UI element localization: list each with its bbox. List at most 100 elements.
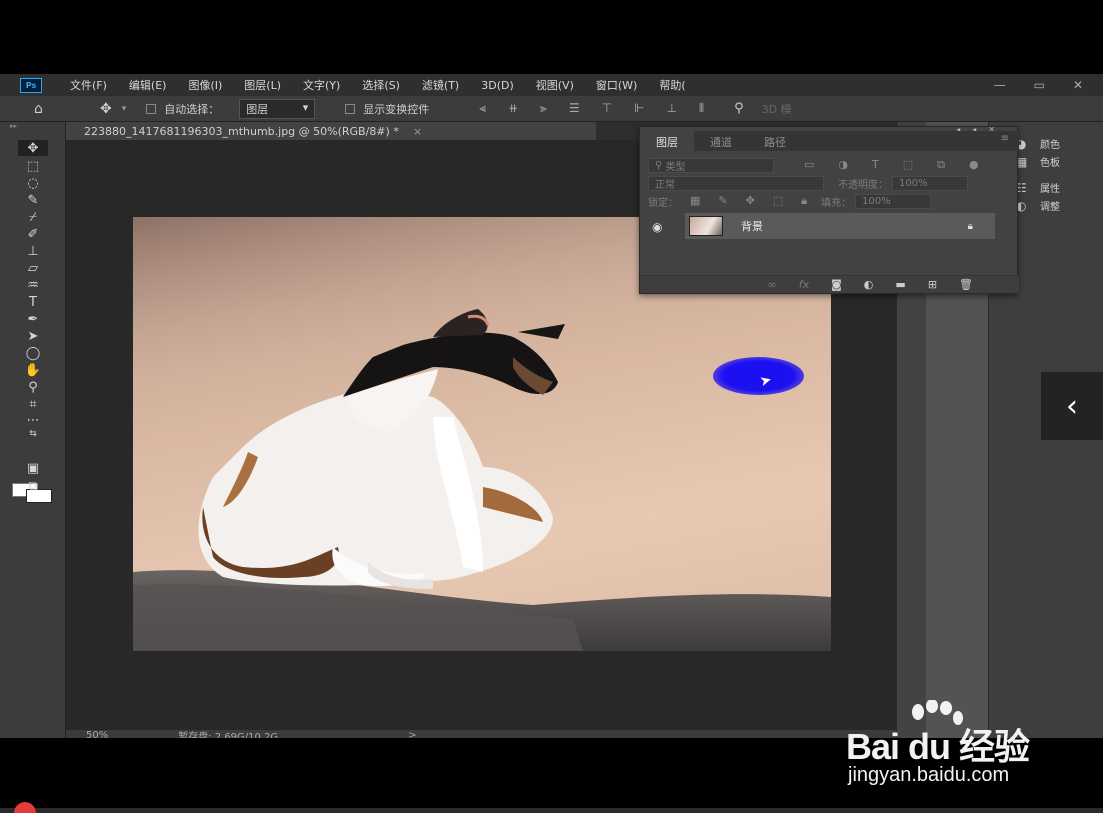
lock-pixels-icon[interactable]: ✎ — [718, 194, 727, 208]
filter-smart-icon[interactable]: ⧉ — [937, 158, 945, 172]
menu-help[interactable]: 帮助( — [659, 77, 685, 93]
blend-mode-dropdown[interactable]: 正常 — [648, 175, 824, 191]
opacity-input[interactable]: 100% — [892, 175, 968, 191]
menu-file[interactable]: 文件(F) — [70, 77, 107, 93]
filter-icons: ▭ ◑ T ⬚ ⧉ ● — [804, 158, 979, 172]
align-bottom-icon[interactable]: ⊥ — [667, 101, 677, 116]
path-select-tool-icon[interactable]: ➤ — [18, 328, 48, 344]
auto-select-target-value: 图层 — [246, 102, 269, 116]
marquee-tool-icon[interactable]: ⬚ — [18, 158, 48, 174]
menu-layer[interactable]: 图层(L) — [244, 77, 281, 93]
align-left-icon[interactable]: ⫷ — [479, 101, 486, 116]
link-layers-icon[interactable]: ∞ — [768, 278, 777, 291]
swap-colors-icon[interactable]: ⇆ — [18, 426, 48, 442]
layer-row-background[interactable]: 背景 🔒︎ — [685, 213, 995, 239]
auto-select-checkbox[interactable]: 自动选择： — [146, 101, 219, 117]
fill-input[interactable]: 100% — [855, 193, 932, 209]
layer-filter-dropdown[interactable]: ⚲ 类型 — [648, 157, 774, 173]
fx-icon[interactable]: fx — [799, 278, 809, 291]
adjustments-circle-icon: ◐ — [1016, 198, 1027, 213]
minimize-button[interactable]: — — [994, 78, 1006, 92]
smudge-tool-icon[interactable]: ♒ — [18, 277, 48, 293]
show-transform-checkbox[interactable]: 显示变换控件 — [345, 101, 429, 117]
filter-type-icon[interactable]: T — [872, 158, 879, 172]
crop-tool-icon[interactable]: ⌿ — [18, 209, 48, 225]
menu-edit[interactable]: 编辑(E) — [129, 77, 167, 93]
filter-toggle-icon[interactable]: ● — [969, 158, 979, 172]
brush-tool-icon[interactable]: ✐ — [18, 226, 48, 242]
align-vcenter-icon[interactable]: ⊩ — [634, 101, 644, 116]
auto-select-target-dropdown[interactable]: 图层 ▾ — [239, 98, 316, 119]
home-icon[interactable]: ⌂ — [34, 101, 52, 117]
panel-menu-icon[interactable]: ≡ — [1001, 133, 1009, 144]
type-tool-icon[interactable]: T — [18, 294, 48, 310]
panel-grip-icon[interactable]: ▸▸ — [10, 122, 17, 130]
color-panel-button[interactable]: ◕ 颜色 — [1016, 136, 1060, 152]
filter-shape-icon[interactable]: ⬚ — [903, 158, 913, 172]
move-tool-icon[interactable]: ✥ — [100, 101, 112, 117]
align-right-icon[interactable]: ⫸ — [540, 101, 547, 116]
video-progress-track[interactable] — [0, 808, 1103, 813]
filter-adjustment-icon[interactable]: ◑ — [838, 158, 848, 172]
distribute-icon[interactable]: ⫴ — [699, 101, 704, 116]
properties-panel-button[interactable]: ☷ 属性 — [1016, 180, 1060, 196]
lock-all-icon[interactable]: 🔒︎ — [801, 194, 807, 208]
new-group-icon[interactable]: ▬ — [895, 278, 905, 291]
search-icon[interactable]: ⚲ — [734, 101, 744, 116]
ellipse-tool-icon[interactable]: ◯ — [18, 345, 48, 361]
swatches-grid-icon: ▦ — [1016, 154, 1028, 169]
lock-position-icon[interactable]: ✥ — [746, 194, 755, 208]
lock-transparency-icon[interactable]: ▦ — [690, 194, 700, 208]
adjustments-panel-button[interactable]: ◐ 调整 — [1016, 198, 1060, 214]
tab-channels[interactable]: 通道 — [694, 131, 748, 151]
close-tab-icon[interactable]: × — [413, 125, 422, 138]
menu-image[interactable]: 图像(I) — [188, 77, 222, 93]
align-middle-icon[interactable]: ☰ — [569, 101, 580, 116]
quick-mask-icon[interactable]: ▣ — [18, 460, 48, 476]
align-top-icon[interactable]: ⊤ — [602, 101, 612, 116]
filter-pixel-icon[interactable]: ▭ — [804, 158, 814, 172]
menu-view[interactable]: 视图(V) — [536, 77, 574, 93]
checkbox-box[interactable] — [146, 103, 157, 114]
zoom-tool-icon[interactable]: ⚲ — [18, 379, 48, 395]
chevron-down-icon[interactable]: ▾ — [122, 104, 127, 114]
menu-3d[interactable]: 3D(D) — [481, 79, 514, 92]
pen-tool-icon[interactable]: ✒ — [18, 311, 48, 327]
tab-paths[interactable]: 路径 — [748, 131, 802, 151]
search-icon: ⚲ — [655, 159, 666, 171]
swatches-panel-button[interactable]: ▦ 色板 — [1016, 154, 1060, 170]
lock-artboard-icon[interactable]: ⬚ — [773, 194, 783, 208]
previous-slide-button[interactable]: ‹ — [1041, 372, 1103, 440]
menu-select[interactable]: 选择(S) — [362, 77, 400, 93]
document-tab[interactable]: 223880_1417681196303_mthumb.jpg @ 50%(RG… — [66, 122, 596, 140]
move-tool-icon[interactable]: ✥ — [18, 140, 48, 156]
menu-window[interactable]: 窗口(W) — [596, 77, 637, 93]
3d-mode-label[interactable]: 3D 模 — [762, 101, 792, 117]
align-center-icon[interactable]: ⧺ — [508, 101, 518, 116]
hand-tool-icon[interactable]: ✋ — [18, 362, 48, 378]
status-menu-arrow[interactable]: > — [408, 730, 416, 739]
blend-opacity-row: 正常 不透明度： 100% — [648, 175, 1008, 191]
eraser-tool-icon[interactable]: ▱ — [18, 260, 48, 276]
new-layer-icon[interactable]: ⊞ — [928, 278, 937, 291]
close-window-button[interactable]: ✕ — [1073, 78, 1083, 92]
fill-value: 100% — [862, 195, 891, 207]
maximize-button[interactable]: ▭ — [1034, 78, 1045, 92]
menu-type[interactable]: 文字(Y) — [303, 77, 340, 93]
zoom-level[interactable]: 50% — [86, 730, 108, 739]
trash-icon[interactable]: 🗑︎ — [959, 278, 973, 291]
scratch-disk-info: 暂存盘: 2.69G/10.2G — [178, 731, 279, 739]
quick-select-tool-icon[interactable]: ✎ — [18, 192, 48, 208]
adjustment-layer-icon[interactable]: ◐ — [864, 278, 874, 291]
eye-icon[interactable]: ◉ — [652, 220, 662, 234]
screen-mode-icon[interactable]: ⧉ — [18, 478, 48, 494]
layers-panel: ◂◂✕ 图层 通道 路径 ≡ ⚲ 类型 ▭ ◑ T ⬚ ⧉ ● 正常 不透明度：… — [639, 125, 1019, 294]
lasso-tool-icon[interactable]: ◌ — [18, 175, 48, 191]
crop-frame-icon[interactable]: ⌗ — [18, 396, 48, 412]
fill-label: 填充： — [821, 197, 852, 209]
add-mask-icon[interactable]: ◙ — [831, 278, 842, 291]
checkbox-box[interactable] — [345, 103, 356, 114]
menu-filter[interactable]: 滤镜(T) — [422, 77, 459, 93]
tab-layers[interactable]: 图层 — [640, 131, 694, 151]
stamp-tool-icon[interactable]: ⊥ — [18, 243, 48, 259]
